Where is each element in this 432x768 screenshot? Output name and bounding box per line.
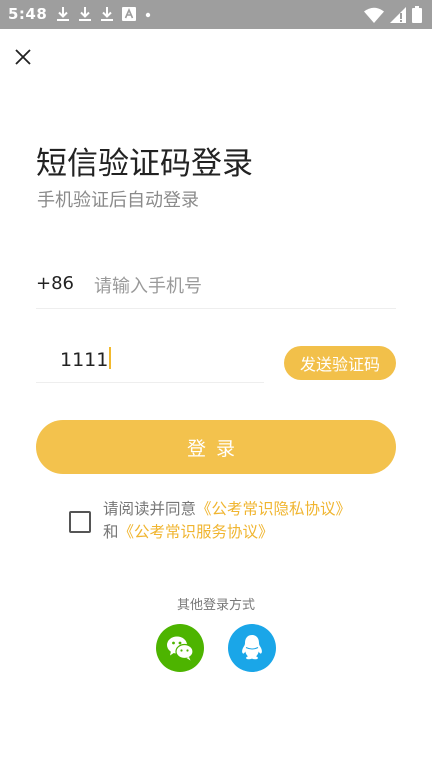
text-caret bbox=[109, 347, 112, 369]
download-icon bbox=[79, 7, 91, 21]
agreement-prefix: 请阅读并同意 bbox=[103, 500, 197, 518]
other-login-label: 其他登录方式 bbox=[176, 598, 255, 613]
status-icons-left bbox=[56, 6, 152, 22]
code-input-value: 1111 bbox=[60, 349, 109, 371]
phone-field-row: +86 bbox=[36, 262, 396, 309]
agreement-conjunction: 和 bbox=[103, 523, 119, 541]
privacy-policy-link[interactable]: 《公考常识隐私协议》 bbox=[196, 500, 351, 518]
battery-icon bbox=[412, 6, 422, 23]
wifi-icon bbox=[364, 7, 384, 23]
country-code[interactable]: +86 bbox=[36, 273, 74, 294]
page-title: 短信验证码登录 bbox=[36, 146, 253, 182]
agree-checkbox[interactable] bbox=[69, 511, 91, 533]
wechat-icon bbox=[167, 636, 194, 661]
wechat-login-button[interactable] bbox=[156, 624, 204, 672]
service-agreement-link[interactable]: 《公考常识服务协议》 bbox=[119, 523, 274, 541]
download-icon bbox=[57, 7, 69, 21]
status-bar: 5:48 bbox=[0, 0, 432, 29]
close-button[interactable] bbox=[12, 46, 34, 68]
download-icon bbox=[101, 7, 113, 21]
agreement-text: 请阅读并同意《公考常识隐私协议》和《公考常识服务协议》 bbox=[103, 498, 403, 544]
signal-icon bbox=[390, 6, 406, 23]
page-subtitle: 手机验证后自动登录 bbox=[37, 190, 199, 211]
dot-icon bbox=[145, 12, 151, 18]
status-icons-right bbox=[364, 6, 422, 23]
qq-login-button[interactable] bbox=[228, 624, 276, 672]
qq-icon bbox=[242, 635, 262, 660]
code-field-row[interactable]: 1111 bbox=[36, 338, 264, 383]
send-code-button[interactable]: 发送验证码 bbox=[284, 346, 396, 380]
code-input[interactable]: 1111 bbox=[60, 347, 112, 371]
phone-input[interactable] bbox=[92, 268, 396, 304]
a-box-icon bbox=[122, 7, 136, 21]
status-time: 5:48 bbox=[8, 5, 48, 23]
login-button[interactable]: 登录 bbox=[36, 420, 396, 474]
close-icon bbox=[15, 49, 31, 65]
